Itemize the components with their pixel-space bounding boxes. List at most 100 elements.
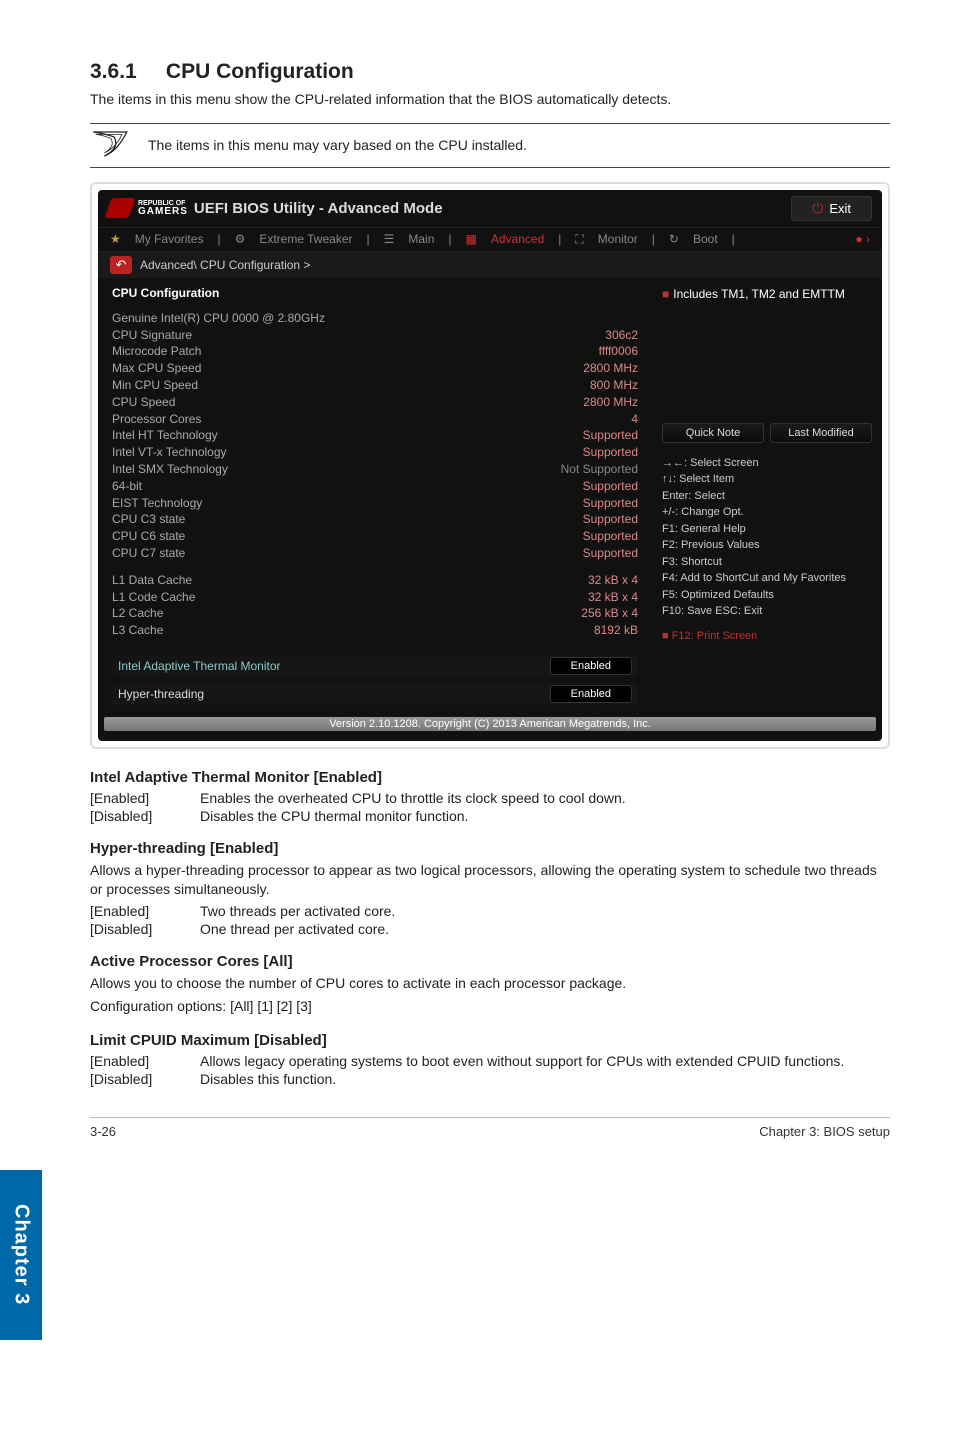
def-val: Two threads per activated core.: [200, 903, 890, 919]
quick-note-button[interactable]: Quick Note: [662, 423, 764, 443]
back-button[interactable]: ↶: [110, 256, 132, 274]
exit-button[interactable]: ⏻ Exit: [791, 196, 872, 221]
def-key: [Disabled]: [90, 1071, 200, 1087]
page-number: 3-26: [90, 1124, 116, 1139]
option-value-box[interactable]: Enabled: [550, 657, 632, 675]
note-callout: The items in this menu may vary based on…: [90, 123, 890, 168]
row-64bit: 64-bitSupported: [112, 478, 638, 495]
row-cores: Processor Cores4: [112, 411, 638, 428]
hotkey-line: ↑↓: Select Item: [662, 471, 872, 488]
rog-badge-icon: [104, 198, 135, 218]
cores-para: Allows you to choose the number of CPU c…: [90, 974, 890, 993]
row-eist: EIST TechnologySupported: [112, 495, 638, 512]
tab-main[interactable]: Main: [408, 232, 434, 246]
menu-more-icon[interactable]: ● ›: [855, 232, 870, 246]
tab-favorites[interactable]: My Favorites: [135, 232, 204, 246]
brand-bottom: GAMERS: [138, 207, 188, 217]
bios-breadcrumb-bar: ↶ Advanced\ CPU Configuration >: [98, 252, 882, 278]
hyper-para: Allows a hyper-threading processor to ap…: [90, 861, 890, 899]
row-l1-code: L1 Code Cache32 kB x 4: [112, 589, 638, 606]
note-text: The items in this menu may vary based on…: [148, 137, 527, 153]
note-icon: [90, 130, 130, 161]
chip-icon: ▦: [466, 232, 477, 246]
hotkey-line: →←: Select Screen: [662, 455, 872, 472]
heading-cores: Active Processor Cores [All]: [90, 953, 890, 970]
def-key: [Disabled]: [90, 808, 200, 824]
row-l1-data: L1 Data Cache32 kB x 4: [112, 572, 638, 589]
hotkey-line: F5: Optimized Defaults: [662, 587, 872, 604]
row-microcode: Microcode Patchffff0006: [112, 343, 638, 360]
section-intro: The items in this menu show the CPU-rela…: [90, 90, 890, 109]
def-val: Disables the CPU thermal monitor functio…: [200, 808, 890, 824]
heading-hyper: Hyper-threading [Enabled]: [90, 840, 890, 857]
def-row: [Disabled] Disables the CPU thermal moni…: [90, 808, 890, 824]
tab-monitor[interactable]: Monitor: [598, 232, 638, 246]
row-signature: CPU Signature306c2: [112, 327, 638, 344]
option-label: Intel Adaptive Thermal Monitor: [118, 659, 281, 673]
def-key: [Disabled]: [90, 921, 200, 937]
option-thermal-monitor[interactable]: Intel Adaptive Thermal Monitor Enabled: [112, 655, 638, 677]
hotkey-line: Enter: Select: [662, 488, 872, 505]
row-cpu-speed: CPU Speed2800 MHz: [112, 394, 638, 411]
option-value-box[interactable]: Enabled: [550, 685, 632, 703]
def-val: One thread per activated core.: [200, 921, 890, 937]
page-footer: 3-26 Chapter 3: BIOS setup: [90, 1117, 890, 1139]
def-key: [Enabled]: [90, 903, 200, 919]
hotkeys-help: →←: Select Screen ↑↓: Select Item Enter:…: [662, 455, 872, 645]
breadcrumb-text: Advanced\ CPU Configuration >: [140, 258, 310, 272]
boot-icon: ↻: [669, 232, 679, 246]
last-modified-button[interactable]: Last Modified: [770, 423, 872, 443]
row-smx: Intel SMX TechnologyNot Supported: [112, 461, 638, 478]
help-text: ■ Includes TM1, TM2 and EMTTM: [662, 286, 872, 303]
hotkey-line: +/-: Change Opt.: [662, 504, 872, 521]
hotkey-line: F2: Previous Values: [662, 537, 872, 554]
tab-advanced[interactable]: Advanced: [491, 232, 544, 246]
def-row: [Enabled] Allows legacy operating system…: [90, 1053, 890, 1069]
tab-extreme[interactable]: Extreme Tweaker: [259, 232, 352, 246]
bios-logo: REPUBLIC OF GAMERS UEFI BIOS Utility - A…: [108, 198, 443, 218]
def-row: [Disabled] One thread per activated core…: [90, 921, 890, 937]
section-number: 3.6.1: [90, 60, 137, 83]
exit-label: Exit: [829, 201, 851, 216]
bios-menu-bar: ★ My Favorites | ⚙ Extreme Tweaker | ☰ M…: [98, 227, 882, 252]
monitor-icon: ⛶: [575, 232, 583, 247]
row-genuine: Genuine Intel(R) CPU 0000 @ 2.80GHz: [112, 310, 638, 327]
cores-options: Configuration options: [All] [1] [2] [3]: [90, 997, 890, 1016]
option-hyper-threading[interactable]: Hyper-threading Enabled: [112, 683, 638, 705]
def-key: [Enabled]: [90, 790, 200, 806]
chapter-tab: Chapter 3: [0, 1170, 42, 1340]
def-val: Allows legacy operating systems to boot …: [200, 1053, 890, 1069]
def-val: Enables the overheated CPU to throttle i…: [200, 790, 890, 806]
hotkey-line-highlight: ■ F12: Print Screen: [662, 628, 872, 645]
hotkey-line: F1: General Help: [662, 521, 872, 538]
bios-title-bar: REPUBLIC OF GAMERS UEFI BIOS Utility - A…: [98, 190, 882, 227]
favorites-icon: ★: [110, 232, 121, 246]
section-title: 3.6.1 CPU Configuration: [90, 60, 890, 84]
section-heading: CPU Configuration: [166, 60, 354, 83]
def-key: [Enabled]: [90, 1053, 200, 1069]
def-row: [Enabled] Enables the overheated CPU to …: [90, 790, 890, 806]
oc-icon: ⚙: [235, 232, 246, 246]
row-ht: Intel HT TechnologySupported: [112, 427, 638, 444]
hotkey-line: F10: Save ESC: Exit: [662, 603, 872, 620]
heading-cpuid: Limit CPUID Maximum [Disabled]: [90, 1032, 890, 1049]
def-row: [Enabled] Two threads per activated core…: [90, 903, 890, 919]
bios-screenshot: REPUBLIC OF GAMERS UEFI BIOS Utility - A…: [90, 182, 890, 749]
bios-version-bar: Version 2.10.1208. Copyright (C) 2013 Am…: [104, 717, 876, 731]
tab-boot[interactable]: Boot: [693, 232, 718, 246]
list-icon: ☰: [384, 232, 395, 246]
left-pane-header: CPU Configuration: [112, 286, 638, 300]
row-vtx: Intel VT-x TechnologySupported: [112, 444, 638, 461]
row-c7: CPU C7 stateSupported: [112, 545, 638, 562]
row-min-speed: Min CPU Speed800 MHz: [112, 377, 638, 394]
power-icon: ⏻: [812, 200, 823, 217]
row-l2: L2 Cache256 kB x 4: [112, 605, 638, 622]
row-c6: CPU C6 stateSupported: [112, 528, 638, 545]
hotkey-line: F3: Shortcut: [662, 554, 872, 571]
def-row: [Disabled] Disables this function.: [90, 1071, 890, 1087]
hotkey-line: F4: Add to ShortCut and My Favorites: [662, 570, 872, 587]
bios-right-pane: ■ Includes TM1, TM2 and EMTTM Quick Note…: [652, 278, 882, 713]
row-max-speed: Max CPU Speed2800 MHz: [112, 360, 638, 377]
row-c3: CPU C3 stateSupported: [112, 511, 638, 528]
bios-left-pane: CPU Configuration Genuine Intel(R) CPU 0…: [98, 278, 652, 713]
